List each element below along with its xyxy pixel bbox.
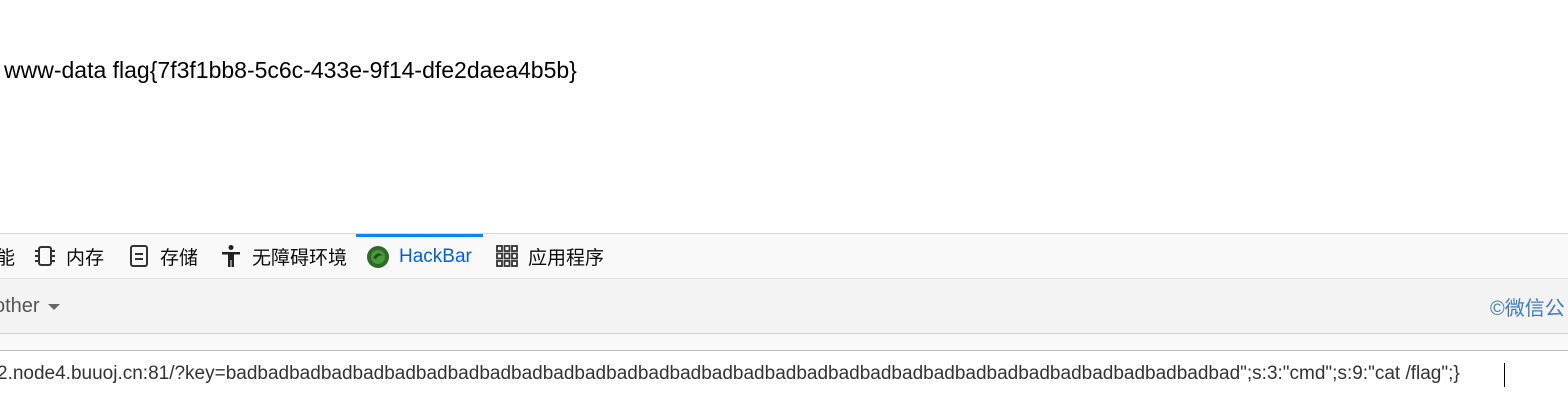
tab-memory-label: 内存 <box>66 247 105 269</box>
storage-icon <box>127 244 151 268</box>
hackbar-icon <box>366 245 390 269</box>
memory-icon <box>33 244 57 268</box>
chevron-down-icon <box>47 304 60 310</box>
tab-storage-label: 存储 <box>160 247 199 269</box>
other-menu-dropdown[interactable]: other <box>0 279 60 333</box>
other-menu-label: other <box>0 294 40 317</box>
tab-storage[interactable]: 存储 <box>127 234 198 278</box>
watermark-text: ©微信公 <box>1490 297 1565 320</box>
tab-hackbar[interactable]: HackBar <box>356 234 483 278</box>
page-output-text: www-data flag{7f3f1bb8-5c6c-433e-9f14-df… <box>4 57 577 83</box>
tab-application[interactable]: 应用程序 <box>495 234 604 278</box>
tab-accessibility[interactable]: 无障碍环境 <box>219 234 347 278</box>
hackbar-menu-bar: other ©微信公 <box>0 279 1568 334</box>
tab-application-label: 应用程序 <box>528 247 605 269</box>
devtools-panel: 能 内存 存储 无障碍环境 HackBar 应用程序 ther ©微信公 2.n… <box>0 233 1568 419</box>
text-cursor <box>1504 363 1505 387</box>
devtools-toolbar: 能 内存 存储 无障碍环境 HackBar 应用程序 <box>0 234 1568 279</box>
hackbar-url-area <box>0 350 1568 419</box>
tab-memory[interactable]: 内存 <box>33 234 104 278</box>
application-grid-icon <box>495 244 519 268</box>
tab-performance[interactable]: 能 <box>0 234 15 278</box>
accessibility-icon <box>219 244 243 268</box>
url-input[interactable] <box>0 361 1517 387</box>
page-content: www-data flag{7f3f1bb8-5c6c-433e-9f14-df… <box>0 0 1568 233</box>
tab-hackbar-label: HackBar <box>399 246 472 267</box>
tab-performance-label: 能 <box>0 247 16 269</box>
tab-accessibility-label: 无障碍环境 <box>252 247 348 269</box>
